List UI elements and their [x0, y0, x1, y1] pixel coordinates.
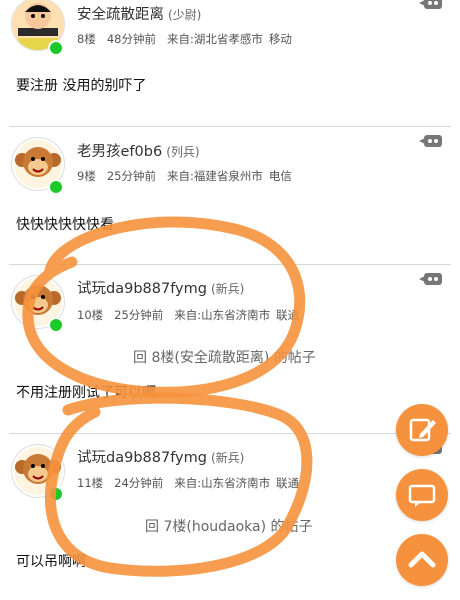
username[interactable]: 试玩da9b887fymg (新兵)	[77, 277, 244, 298]
post-carrier: 电信	[268, 169, 292, 183]
reply-icon[interactable]	[419, 273, 442, 285]
post-meta: 10楼 25分钟前 来自:山东省济南市 联通	[77, 307, 310, 323]
post-content: 不用注册刚试了可以啊	[16, 385, 156, 401]
quoted-reply[interactable]: 回 7楼(houdaoka) 的帖子	[145, 516, 313, 536]
rank-badge: (少尉)	[168, 8, 202, 22]
post-floor-9: 老男孩ef0b6 (列兵) 9楼 25分钟前 来自:福建省泉州市 电信 快快快快快快看	[0, 127, 460, 264]
floor-number: 10楼	[77, 308, 104, 322]
post-content: 快快快快快快看	[16, 217, 114, 233]
username[interactable]: 试玩da9b887fymg (新兵)	[77, 446, 244, 467]
username-text[interactable]: 试玩da9b887fymg	[77, 281, 207, 297]
username[interactable]: 老男孩ef0b6 (列兵)	[77, 140, 200, 161]
post-carrier: 移动	[268, 32, 292, 46]
post-content: 可以吊啊啊	[16, 554, 86, 570]
reply-icon[interactable]	[419, 135, 442, 147]
online-indicator	[48, 40, 64, 56]
post-location: 来自:湖北省孝感市	[166, 32, 263, 46]
edit-button[interactable]	[396, 404, 448, 456]
online-indicator	[48, 486, 64, 502]
post-floor-10: 试玩da9b887fymg (新兵) 10楼 25分钟前 来自:山东省济南市 联通 回 …	[0, 265, 460, 433]
floor-number: 11楼	[77, 476, 104, 490]
post-time: 25分钟前	[106, 169, 156, 183]
post-time: 48分钟前	[106, 32, 156, 46]
comment-icon	[408, 484, 436, 507]
floor-number: 8楼	[77, 32, 96, 46]
rank-badge: (新兵)	[210, 451, 245, 465]
reply-icon[interactable]	[419, 0, 442, 9]
username-text[interactable]: 老男孩ef0b6	[77, 144, 162, 160]
post-meta: 11楼 24分钟前 来自:山东省济南市 联通	[77, 475, 310, 491]
comment-button[interactable]	[396, 469, 448, 521]
post-meta: 9楼 25分钟前 来自:福建省泉州市 电信	[77, 168, 303, 184]
chevron-up-icon	[408, 551, 436, 568]
online-indicator	[48, 179, 64, 195]
username[interactable]: 安全疏散距离 (少尉)	[77, 3, 201, 24]
online-indicator	[48, 317, 64, 333]
floor-number: 9楼	[77, 169, 96, 183]
post-time: 24分钟前	[114, 476, 164, 490]
post-location: 来自:山东省济南市	[174, 308, 271, 322]
rank-badge: (新兵)	[210, 282, 245, 296]
post-location: 来自:福建省泉州市	[166, 169, 263, 183]
post-floor-8: 安全疏散距离 (少尉) 8楼 48分钟前 来自:湖北省孝感市 移动 要注册 没用的别吓了	[0, 0, 460, 126]
post-floor-11: 试玩da9b887fymg (新兵) 11楼 24分钟前 来自:山东省济南市 联通 回 …	[0, 434, 460, 600]
post-carrier: 联通	[276, 308, 300, 322]
post-meta: 8楼 48分钟前 来自:湖北省孝感市 移动	[77, 31, 303, 47]
username-text[interactable]: 安全疏散距离	[77, 7, 164, 23]
scroll-top-button[interactable]	[396, 534, 448, 586]
quoted-reply[interactable]: 回 8楼(安全疏散距离) 的帖子	[133, 347, 316, 367]
rank-badge: (列兵)	[166, 145, 200, 159]
post-content: 要注册 没用的别吓了	[16, 78, 147, 94]
post-location: 来自:山东省济南市	[174, 476, 271, 490]
post-carrier: 联通	[276, 476, 300, 490]
username-text[interactable]: 试玩da9b887fymg	[77, 450, 207, 466]
edit-icon	[409, 418, 436, 442]
post-time: 25分钟前	[114, 308, 164, 322]
